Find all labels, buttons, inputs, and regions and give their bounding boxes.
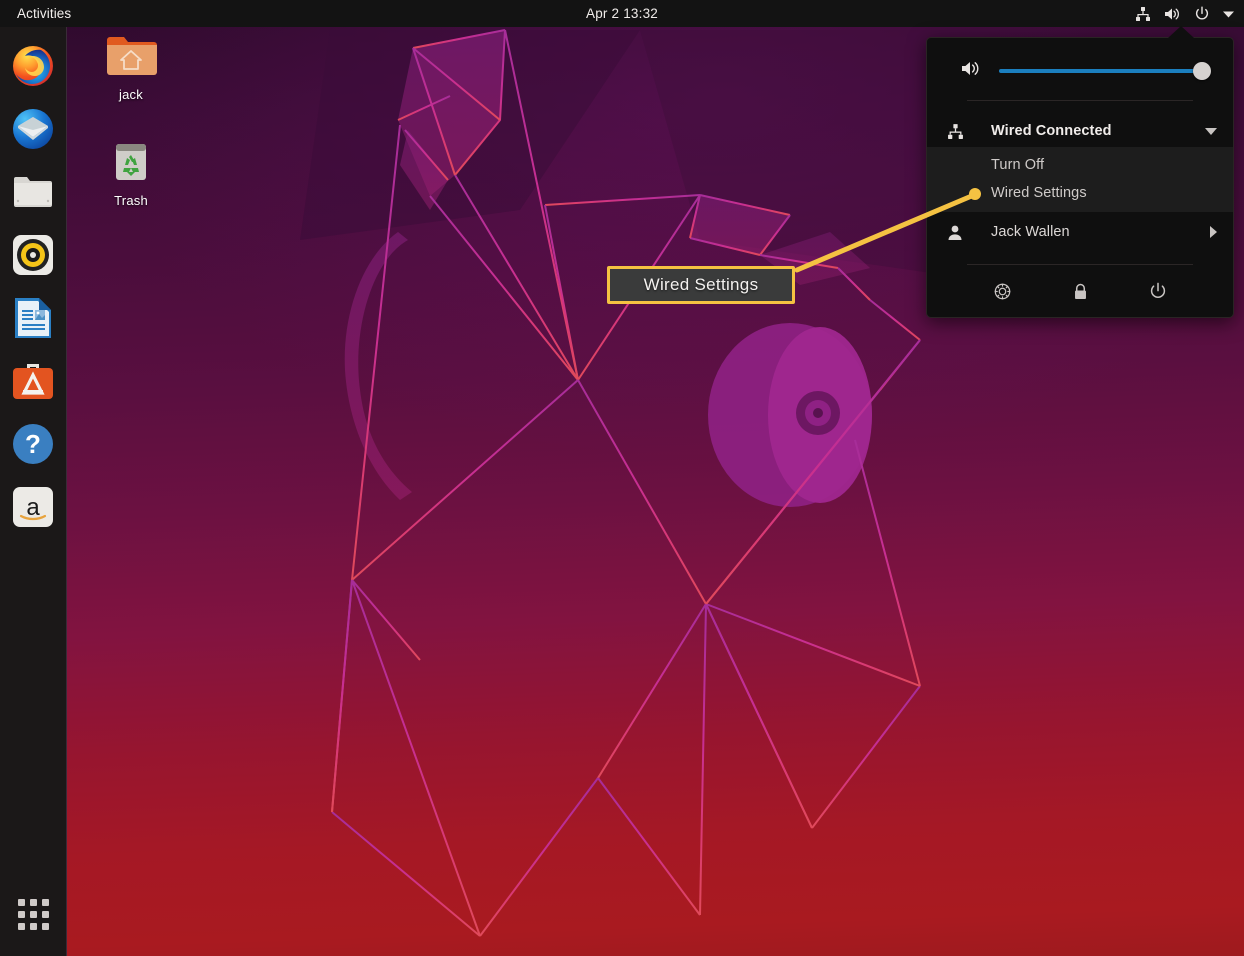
- dock-item-rhythmbox[interactable]: [9, 231, 57, 279]
- system-menu-panel: Wired Connected Turn Off Wired Settings: [926, 37, 1234, 318]
- desktop-icon-label: jack: [119, 87, 143, 102]
- rhythmbox-icon: [13, 235, 53, 275]
- dock-item-firefox[interactable]: [9, 42, 57, 90]
- network-submenu: Turn Off Wired Settings: [927, 147, 1233, 212]
- network-status-label: Wired Connected: [991, 123, 1112, 139]
- desktop-icon-label: Trash: [114, 193, 148, 208]
- volume-icon[interactable]: [961, 60, 985, 82]
- dock-item-amazon[interactable]: a: [9, 483, 57, 531]
- grid-icon: [17, 898, 49, 930]
- user-menu-row[interactable]: Jack Wallen: [927, 216, 1233, 248]
- volume-slider-track: [999, 69, 1203, 73]
- chevron-right-icon[interactable]: [1201, 226, 1217, 238]
- folder-icon: [107, 37, 157, 75]
- svg-text:a: a: [26, 494, 40, 521]
- menu-item-label: Turn Off: [991, 157, 1045, 173]
- network-wired-icon[interactable]: [1135, 6, 1151, 22]
- system-tray[interactable]: [1135, 0, 1234, 27]
- volume-slider[interactable]: [999, 60, 1211, 82]
- menu-item-label: Wired Settings: [991, 185, 1087, 201]
- sysmenu-actions: [927, 265, 1233, 317]
- dock-item-ubuntu-software[interactable]: [9, 357, 57, 405]
- callout-label: Wired Settings: [643, 275, 759, 294]
- libreoffice-writer-icon: [15, 298, 51, 338]
- amazon-icon: a: [13, 487, 53, 527]
- dock-item-libreoffice-writer[interactable]: [9, 294, 57, 342]
- firefox-icon: [13, 46, 53, 86]
- power-button[interactable]: [1143, 276, 1173, 306]
- chevron-down-icon[interactable]: [1223, 10, 1234, 18]
- volume-icon[interactable]: [1164, 6, 1181, 22]
- dock-item-files[interactable]: [9, 168, 57, 216]
- desktop-icon-home-folder[interactable]: jack: [85, 34, 177, 102]
- power-icon[interactable]: [1194, 6, 1210, 22]
- svg-text:?: ?: [25, 429, 41, 459]
- divider: [967, 100, 1193, 101]
- volume-slider-knob[interactable]: [1193, 62, 1211, 80]
- chevron-down-icon[interactable]: [1201, 127, 1217, 135]
- dock-item-help[interactable]: ?: [9, 420, 57, 468]
- volume-row[interactable]: [927, 38, 1233, 82]
- desktop-icon-trash[interactable]: Trash: [85, 138, 177, 208]
- desktop-screen: Activities Apr 2 13:32 ? a jack Trash Wi…: [0, 0, 1244, 956]
- lock-button[interactable]: [1065, 276, 1095, 306]
- dock-item-thunderbird[interactable]: [9, 105, 57, 153]
- thunderbird-icon: [13, 109, 53, 149]
- help-icon: ?: [13, 424, 53, 464]
- top-bar: Activities Apr 2 13:32: [0, 0, 1244, 27]
- menu-item-turn-off[interactable]: Turn Off: [927, 151, 1233, 179]
- settings-button[interactable]: [987, 276, 1017, 306]
- user-name-label: Jack Wallen: [991, 224, 1070, 240]
- ubuntu-software-icon: [13, 364, 53, 399]
- user-icon: [947, 224, 971, 241]
- network-menu-row[interactable]: Wired Connected: [927, 115, 1233, 147]
- menu-item-wired-settings[interactable]: Wired Settings: [927, 179, 1233, 207]
- show-applications-button[interactable]: [9, 890, 57, 938]
- clock[interactable]: Apr 2 13:32: [0, 6, 1244, 21]
- files-icon: [14, 177, 52, 207]
- callout-box: Wired Settings: [607, 266, 795, 304]
- trash-icon: [116, 144, 146, 180]
- dock: ? a: [0, 27, 67, 956]
- network-wired-icon: [947, 123, 971, 140]
